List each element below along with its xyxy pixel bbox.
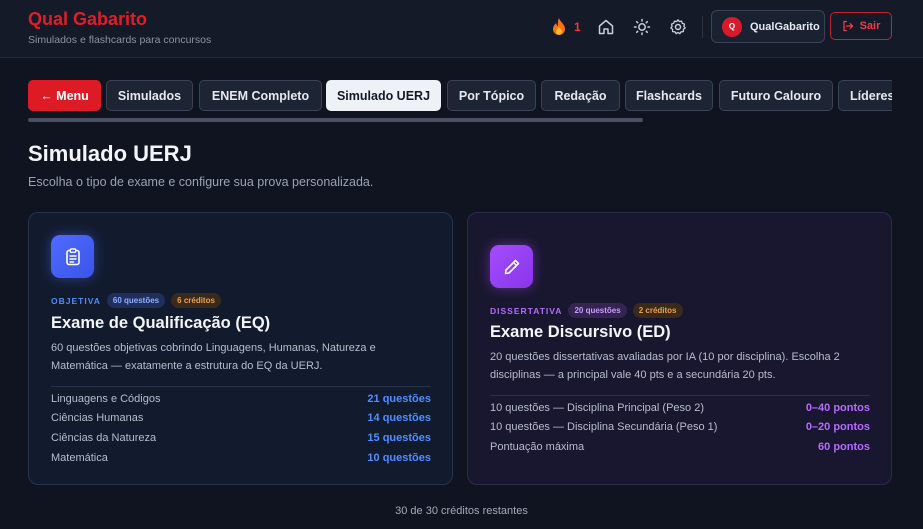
exam-card-ed[interactable]: DISSERTATIVA 20 questões 2 créditos Exam… xyxy=(467,212,892,485)
home-icon[interactable] xyxy=(597,18,615,36)
clipboard-icon xyxy=(51,235,94,278)
pencil-icon xyxy=(490,245,533,288)
tab-simulado-uerj[interactable]: Simulado UERJ xyxy=(326,80,441,111)
header-divider xyxy=(702,16,703,38)
card-description: 60 questões objetivas cobrindo Linguagen… xyxy=(51,342,376,372)
user-name: QualGabarito xyxy=(750,20,820,33)
credits-remaining: 30 de 30 créditos restantes xyxy=(395,505,528,517)
brand-subtitle: Simulados e flashcards para concursos xyxy=(28,34,212,46)
row-value: 21 questões xyxy=(367,392,431,405)
tab-simulados[interactable]: Simulados xyxy=(106,80,193,111)
logout-label: Sair xyxy=(859,20,881,32)
tab-bar: ← Menu Simulados ENEM Completo Simulado … xyxy=(28,80,892,112)
page-subtitle: Escolha o tipo de exame e configure sua … xyxy=(28,175,374,189)
tab-enem-completo[interactable]: ENEM Completo xyxy=(199,80,322,111)
row-label: Pontuação máxima xyxy=(490,441,585,453)
tab-menu[interactable]: ← Menu xyxy=(28,80,101,111)
badge-row: OBJETIVA 60 questões 6 créditos xyxy=(51,293,221,308)
sun-icon[interactable] xyxy=(633,18,651,36)
exam-type-label: OBJETIVA xyxy=(51,295,101,306)
list-item: Linguagens e Códigos 21 questões xyxy=(51,386,431,408)
row-value: 60 pontos xyxy=(818,441,870,453)
row-value: 14 questões xyxy=(367,412,431,424)
brand-title[interactable]: Qual Gabarito xyxy=(28,9,147,30)
row-label: Ciências da Natureza xyxy=(51,432,157,444)
questions-badge: 20 questões xyxy=(568,303,627,318)
app-header: Qual Gabarito Simulados e flashcards par… xyxy=(0,0,923,58)
row-value: 10 questões xyxy=(367,452,431,464)
logout-icon xyxy=(842,20,853,32)
row-label: Ciências Humanas xyxy=(51,412,144,424)
list-item: Matemática 10 questões xyxy=(51,448,431,468)
list-item: 10 questões — Disciplina Principal (Peso… xyxy=(490,395,870,417)
row-value: 0–20 pontos xyxy=(805,421,870,433)
exam-card-eq[interactable]: OBJETIVA 60 questões 6 créditos Exame de… xyxy=(28,212,453,485)
subject-list: Linguagens e Códigos 21 questões Ciência… xyxy=(51,386,431,468)
card-description: 20 questões dissertativas avaliadas por … xyxy=(490,351,840,381)
streak-indicator: 1 xyxy=(552,18,581,35)
list-item: Ciências Humanas 14 questões xyxy=(51,408,431,428)
gear-icon[interactable] xyxy=(669,18,687,36)
card-title: Exame de Qualificação (EQ) xyxy=(51,314,271,332)
row-label: Linguagens e Códigos xyxy=(51,392,161,405)
tab-scrollbar[interactable] xyxy=(28,118,643,122)
tab-futuro-calouro[interactable]: Futuro Calouro xyxy=(719,80,833,111)
page-title: Simulado UERJ xyxy=(28,141,192,166)
tab-lideres[interactable]: Líderes xyxy=(838,80,892,111)
badge-row: DISSERTATIVA 20 questões 2 créditos xyxy=(490,303,683,318)
row-value: 0–40 pontos xyxy=(805,401,870,414)
row-label: 10 questões — Disciplina Secundária (Pes… xyxy=(490,421,718,433)
credits-badge: 2 créditos xyxy=(632,303,683,318)
list-item: Ciências da Natureza 15 questões xyxy=(51,428,431,448)
avatar: Q xyxy=(722,16,742,37)
tab-flashcards[interactable]: Flashcards xyxy=(625,80,713,111)
tab-redacao[interactable]: Redação xyxy=(541,80,620,111)
list-item: 10 questões — Disciplina Secundária (Pes… xyxy=(490,417,870,437)
exam-type-label: DISSERTATIVA xyxy=(490,305,563,316)
user-button[interactable]: Q QualGabarito xyxy=(711,10,825,43)
flame-icon xyxy=(553,18,565,35)
questions-badge: 60 questões xyxy=(106,293,166,308)
row-value: 15 questões xyxy=(367,432,431,444)
row-label: 10 questões — Disciplina Principal (Peso… xyxy=(490,401,704,414)
score-list: 10 questões — Disciplina Principal (Peso… xyxy=(490,395,870,457)
credits-badge: 6 créditos xyxy=(171,293,221,308)
streak-count: 1 xyxy=(574,19,581,34)
tab-por-topico[interactable]: Por Tópico xyxy=(447,80,536,111)
row-label: Matemática xyxy=(51,452,108,464)
card-title: Exame Discursivo (ED) xyxy=(490,323,671,341)
logout-button[interactable]: Sair xyxy=(830,12,892,40)
list-item: Pontuação máxima 60 pontos xyxy=(490,437,870,457)
